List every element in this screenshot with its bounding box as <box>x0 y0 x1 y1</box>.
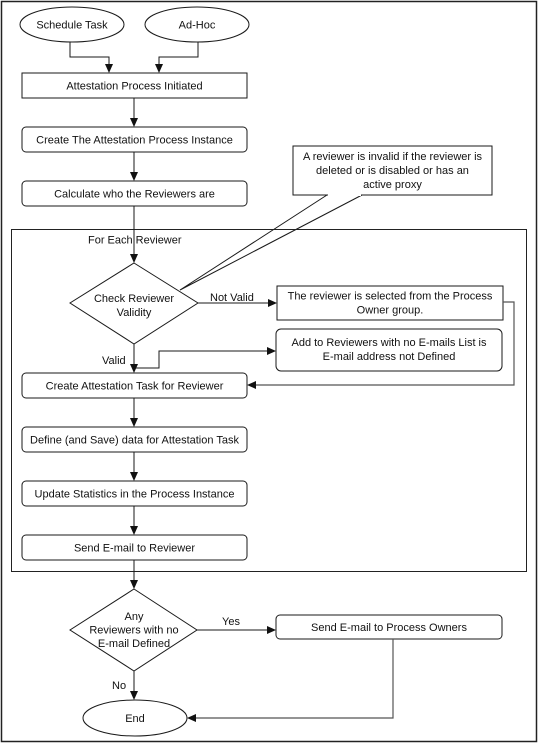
step-update-stats-label: Update Statistics in the Process Instanc… <box>35 489 235 501</box>
start-schedule-task-label: Schedule Task <box>36 20 108 32</box>
arrowhead <box>105 64 113 73</box>
arrowhead <box>267 626 276 634</box>
arrowhead <box>155 64 163 73</box>
decision-validity-line-1: Check Reviewer <box>94 293 174 305</box>
decision-no-email-line-3: E-mail Defined <box>98 638 170 650</box>
edge-label-no: No <box>112 680 126 692</box>
step-calculate-label: Calculate who the Reviewers are <box>54 189 215 201</box>
step-define-data-label: Define (and Save) data for Attestation T… <box>30 435 239 447</box>
edge-label-not-valid: Not Valid <box>210 292 254 304</box>
arrowhead <box>267 347 276 355</box>
arrowhead <box>247 381 256 389</box>
invalid-callout-line-2: deleted or is disabled or has an <box>316 165 469 177</box>
step-create-task-label: Create Attestation Task for Reviewer <box>46 381 224 393</box>
note-no-email-list-line-2: E-mail address not Defined <box>323 351 456 363</box>
loop-for-each-reviewer <box>11 229 527 572</box>
decision-no-email-line-2: Reviewers with no <box>89 625 178 637</box>
decision-validity-line-2: Validity <box>117 307 152 319</box>
edge-label-valid: Valid <box>102 355 126 367</box>
start-adhoc-label: Ad-Hoc <box>179 20 216 32</box>
arrowhead <box>130 472 138 481</box>
connector-owners-to-end <box>196 639 394 719</box>
step-send-owners-label: Send E-mail to Process Owners <box>311 622 467 634</box>
invalid-callout-tail <box>179 194 363 291</box>
decision-no-email-line-1: Any <box>125 611 144 623</box>
invalid-callout-line-1: A reviewer is invalid if the reviewer is <box>303 151 483 163</box>
connector-to-no-email-list <box>136 350 269 369</box>
note-process-owner-line-2: Owner group. <box>357 305 424 317</box>
arrowhead <box>130 526 138 535</box>
note-process-owner-line-1: The reviewer is selected from the Proces… <box>288 291 493 303</box>
connector-adhoc-to-initiated <box>158 42 199 66</box>
arrowhead <box>187 714 196 722</box>
arrowhead <box>130 418 138 427</box>
arrowhead <box>130 254 138 263</box>
arrowhead <box>130 691 138 700</box>
edge-label-yes: Yes <box>222 616 240 628</box>
step-initiated-label: Attestation Process Initiated <box>66 81 202 93</box>
arrowhead <box>268 299 277 307</box>
arrowhead <box>130 172 138 181</box>
arrowhead <box>130 580 138 589</box>
end-event-label: End <box>125 713 145 725</box>
invalid-callout-line-3: active proxy <box>363 179 422 191</box>
step-create-instance-label: Create The Attestation Process Instance <box>36 135 233 147</box>
step-send-reviewer-label: Send E-mail to Reviewer <box>74 543 195 555</box>
arrowhead <box>130 118 138 127</box>
note-no-email-list <box>275 328 503 372</box>
note-no-email-list-line-1: Add to Reviewers with no E-mails List is <box>291 337 487 349</box>
connector-schedule-to-initiated <box>69 42 110 66</box>
loop-label: For Each Reviewer <box>88 235 182 247</box>
flowchart: Schedule Task Ad-Hoc Attestation Process… <box>0 0 538 743</box>
